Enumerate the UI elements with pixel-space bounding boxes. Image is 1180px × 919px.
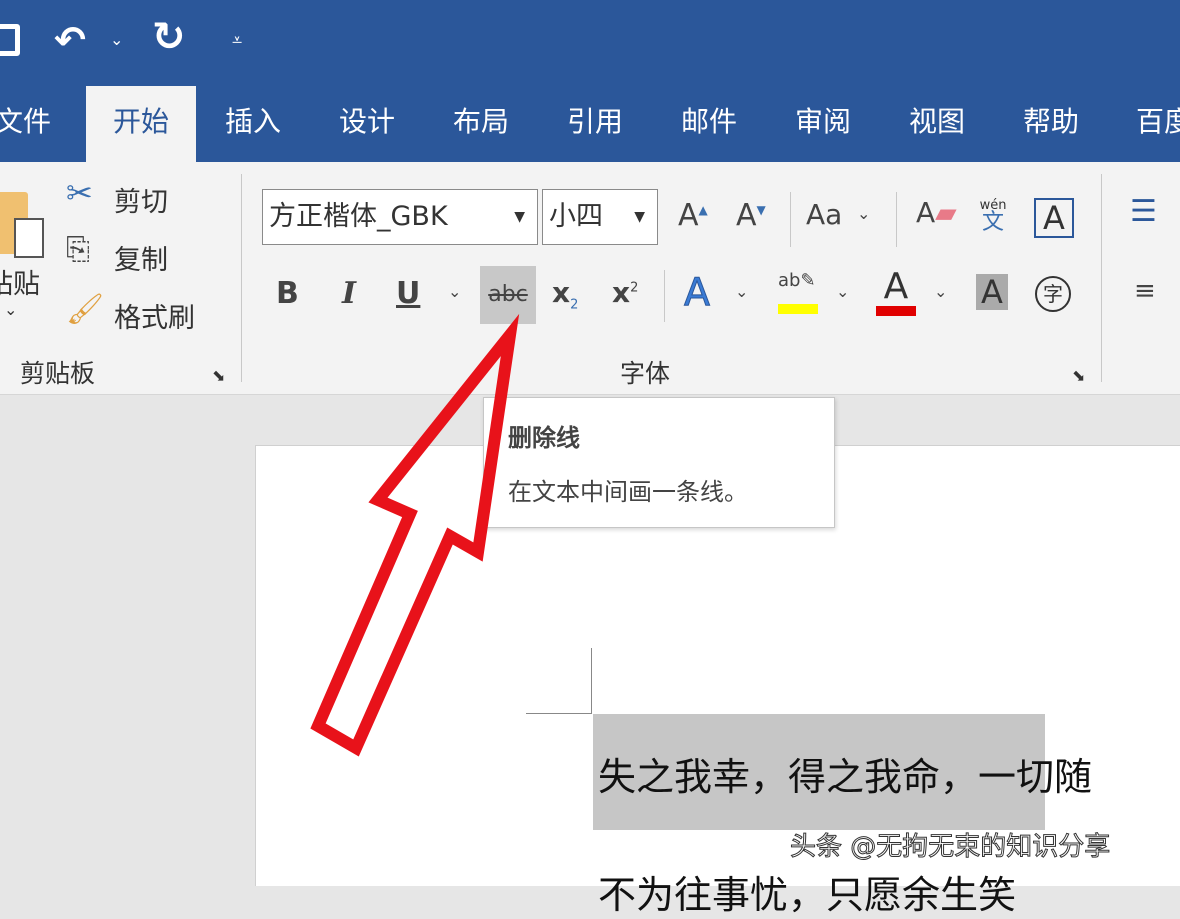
red-arrow-annotation [0, 0, 1180, 886]
arrow-shape [318, 335, 510, 748]
watermark: 头条 @无拘无束的知识分享 [790, 826, 1110, 863]
